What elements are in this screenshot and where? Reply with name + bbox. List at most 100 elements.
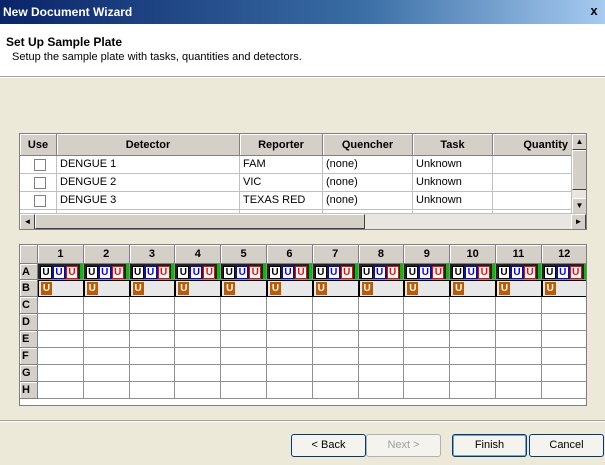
plate-column-header[interactable]: 4 (175, 245, 222, 264)
plate-row-header[interactable]: A (20, 264, 38, 280)
close-icon[interactable]: x (587, 3, 601, 19)
cell-quencher[interactable]: (none) (323, 174, 413, 192)
plate-column-header[interactable]: 8 (358, 245, 405, 264)
plate-well[interactable] (404, 382, 451, 399)
plate-well[interactable]: UUU (267, 264, 313, 280)
plate-well[interactable] (83, 331, 130, 348)
next-button[interactable]: Next > (366, 434, 441, 457)
plate-well[interactable] (312, 314, 359, 331)
cell-quantity[interactable] (493, 174, 573, 192)
plate-column-header[interactable]: 12 (541, 245, 586, 264)
plate-row-header[interactable]: H (20, 382, 38, 399)
plate-well[interactable] (496, 382, 542, 399)
cell-detector[interactable]: DENGUE 1 (57, 156, 240, 174)
plate-row-header[interactable]: B (20, 280, 38, 297)
plate-well[interactable] (496, 348, 542, 365)
plate-well[interactable] (175, 331, 222, 348)
use-checkbox[interactable] (34, 177, 46, 189)
plate-well[interactable]: UUU (404, 264, 451, 280)
plate-well[interactable]: UUU (450, 264, 496, 280)
plate-well[interactable] (129, 348, 176, 365)
plate-well[interactable] (221, 348, 267, 365)
plate-well[interactable] (358, 382, 405, 399)
plate-well[interactable] (312, 382, 359, 399)
horizontal-scroll-thumb[interactable] (35, 214, 365, 229)
plate-well[interactable] (450, 297, 496, 314)
plate-well[interactable] (83, 297, 130, 314)
plate-well[interactable] (541, 331, 586, 348)
plate-well[interactable] (358, 365, 405, 382)
cell-reporter[interactable]: TEXAS RED (240, 192, 323, 210)
plate-well[interactable]: UUU (541, 264, 586, 280)
cell-quantity[interactable] (493, 192, 573, 210)
plate-well[interactable]: U (267, 280, 313, 297)
column-header-reporter[interactable]: Reporter (240, 134, 323, 156)
plate-well[interactable] (221, 382, 267, 399)
plate-column-header[interactable]: 2 (83, 245, 130, 264)
cell-task[interactable]: Unknown (413, 156, 493, 174)
column-header-quantity[interactable]: Quantity (493, 134, 573, 156)
plate-well[interactable]: UUU (496, 264, 542, 280)
plate-column-header[interactable]: 1 (38, 245, 84, 264)
plate-well[interactable] (496, 314, 542, 331)
plate-well[interactable] (312, 297, 359, 314)
plate-column-header[interactable]: 9 (404, 245, 451, 264)
plate-well[interactable] (404, 348, 451, 365)
plate-well[interactable] (38, 297, 84, 314)
plate-well[interactable] (175, 365, 222, 382)
plate-well[interactable] (38, 382, 84, 399)
plate-well[interactable] (541, 365, 586, 382)
column-header-use[interactable]: Use (20, 134, 57, 156)
plate-well[interactable] (358, 331, 405, 348)
plate-well[interactable] (404, 314, 451, 331)
finish-button[interactable]: Finish (452, 434, 527, 457)
plate-well[interactable] (450, 382, 496, 399)
plate-column-header[interactable]: 11 (496, 245, 542, 264)
plate-well[interactable] (358, 297, 405, 314)
plate-well[interactable] (175, 348, 222, 365)
plate-well[interactable] (267, 348, 313, 365)
plate-well[interactable] (404, 365, 451, 382)
detector-row[interactable]: DENGUE 1 FAM (none) Unknown (20, 156, 573, 174)
plate-well[interactable] (496, 297, 542, 314)
plate-well[interactable] (221, 314, 267, 331)
use-checkbox[interactable] (34, 159, 46, 171)
scroll-down-icon[interactable]: ▼ (572, 198, 586, 214)
cell-task[interactable]: Unknown (413, 192, 493, 210)
back-button[interactable]: < Back (291, 434, 366, 457)
plate-well[interactable]: U (38, 280, 84, 297)
plate-well[interactable] (129, 297, 176, 314)
plate-well[interactable]: UUU (129, 264, 176, 280)
plate-well[interactable]: U (221, 280, 267, 297)
plate-well[interactable] (541, 297, 586, 314)
plate-well[interactable] (267, 365, 313, 382)
plate-row-header[interactable]: C (20, 297, 38, 314)
plate-well[interactable] (129, 365, 176, 382)
vertical-scrollbar[interactable]: ▲ ▼ (571, 134, 586, 214)
plate-well[interactable]: U (358, 280, 405, 297)
detector-row[interactable]: DENGUE 2 VIC (none) Unknown (20, 174, 573, 192)
plate-well[interactable] (358, 348, 405, 365)
plate-column-header[interactable]: 6 (267, 245, 313, 264)
cell-quencher[interactable]: (none) (323, 156, 413, 174)
detector-row[interactable]: DENGUE 3 TEXAS RED (none) Unknown (20, 192, 573, 210)
plate-well[interactable] (83, 314, 130, 331)
plate-well[interactable] (175, 297, 222, 314)
plate-well[interactable] (312, 331, 359, 348)
column-header-task[interactable]: Task (413, 134, 493, 156)
plate-well[interactable] (496, 365, 542, 382)
plate-column-header[interactable]: 10 (450, 245, 496, 264)
plate-well[interactable] (83, 365, 130, 382)
cell-quencher[interactable]: (none) (323, 192, 413, 210)
plate-row-header[interactable]: E (20, 331, 38, 348)
cell-reporter[interactable]: VIC (240, 174, 323, 192)
plate-well[interactable] (83, 348, 130, 365)
plate-row-header[interactable]: F (20, 348, 38, 365)
plate-well[interactable] (129, 331, 176, 348)
cell-reporter[interactable]: FAM (240, 156, 323, 174)
plate-well[interactable]: UUU (175, 264, 222, 280)
plate-well[interactable] (358, 314, 405, 331)
plate-well[interactable] (267, 382, 313, 399)
plate-well[interactable] (450, 365, 496, 382)
plate-well[interactable] (541, 314, 586, 331)
